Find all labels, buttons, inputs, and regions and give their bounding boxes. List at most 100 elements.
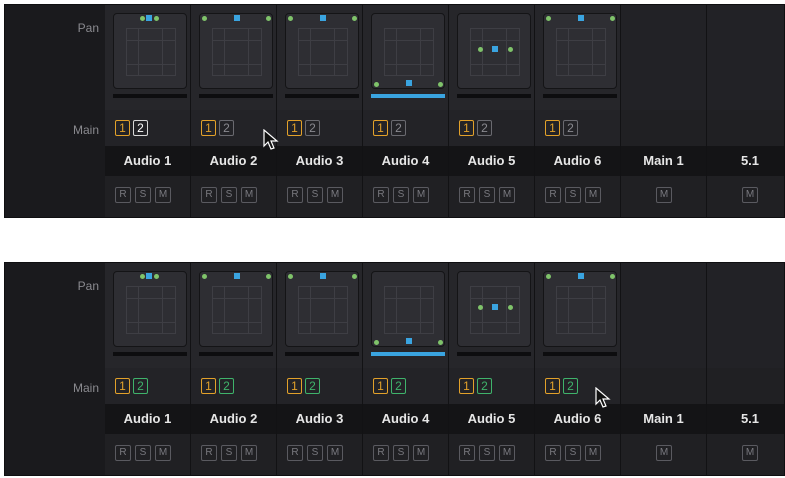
bus-1-button[interactable]: 1 (287, 378, 302, 394)
solo-button[interactable]: S (135, 187, 151, 203)
mute-button[interactable]: M (656, 187, 672, 203)
record-button[interactable]: R (373, 187, 389, 203)
record-button[interactable]: R (115, 187, 131, 203)
bus-1-button[interactable]: 1 (459, 378, 474, 394)
bus-2-button[interactable]: 2 (563, 378, 578, 394)
level-meter (543, 352, 617, 356)
bus-name: 5.1 (740, 411, 760, 426)
record-button[interactable]: R (459, 445, 475, 461)
pan-control[interactable] (543, 271, 617, 347)
record-button[interactable]: R (287, 445, 303, 461)
bus-2-button[interactable]: 2 (219, 120, 234, 136)
mute-button[interactable]: M (327, 187, 343, 203)
pan-control[interactable] (285, 271, 359, 347)
bus-1-button[interactable]: 1 (115, 378, 130, 394)
record-button[interactable]: R (115, 445, 131, 461)
solo-button[interactable]: S (479, 445, 495, 461)
solo-button[interactable]: S (565, 445, 581, 461)
pan-control[interactable] (285, 13, 359, 89)
mute-button[interactable]: M (155, 187, 171, 203)
level-meter (371, 352, 445, 356)
level-meter (543, 94, 617, 98)
pan-control[interactable] (457, 13, 531, 89)
solo-button[interactable]: S (307, 445, 323, 461)
mute-button[interactable]: M (742, 445, 758, 461)
mute-button[interactable]: M (241, 445, 257, 461)
track-strip-audio-2: 1 2 Audio 2 R S M (191, 5, 277, 217)
track-strip-audio-4: 1 2 Audio 4 R S M (363, 5, 449, 217)
bus-2-button[interactable]: 2 (305, 378, 320, 394)
level-meter (285, 352, 359, 356)
track-name: Audio 2 (209, 153, 258, 168)
pan-control[interactable] (371, 271, 445, 347)
row-label-column: Pan Main (5, 263, 106, 475)
mute-button[interactable]: M (585, 445, 601, 461)
mute-button[interactable]: M (155, 445, 171, 461)
mute-button[interactable]: M (413, 445, 429, 461)
mute-button[interactable]: M (585, 187, 601, 203)
track-strip-audio-1: 1 2 Audio 1 R S M (105, 263, 191, 475)
mute-button[interactable]: M (413, 187, 429, 203)
track-strip-audio-4: 1 2 Audio 4 R S M (363, 263, 449, 475)
bus-strip-5-1: 5.1 M (707, 5, 784, 217)
solo-button[interactable]: S (479, 187, 495, 203)
record-button[interactable]: R (373, 445, 389, 461)
bus-2-button[interactable]: 2 (391, 120, 406, 136)
pan-control[interactable] (543, 13, 617, 89)
track-strip-audio-6: 1 2 Audio 6 R S M (535, 5, 621, 217)
solo-button[interactable]: S (135, 445, 151, 461)
track-name: Audio 4 (381, 411, 430, 426)
pan-control[interactable] (113, 271, 187, 347)
mute-button[interactable]: M (742, 187, 758, 203)
record-button[interactable]: R (545, 187, 561, 203)
bus-1-button[interactable]: 1 (545, 378, 560, 394)
pan-control[interactable] (371, 13, 445, 89)
bus-1-button[interactable]: 1 (201, 378, 216, 394)
mute-button[interactable]: M (327, 445, 343, 461)
main-row-label: Main (72, 381, 99, 395)
bus-2-button[interactable]: 2 (133, 378, 148, 394)
record-button[interactable]: R (459, 187, 475, 203)
level-meter (371, 94, 445, 98)
bus-1-button[interactable]: 1 (373, 378, 388, 394)
record-button[interactable]: R (287, 187, 303, 203)
row-label-column: Pan Main (5, 5, 106, 217)
mute-button[interactable]: M (241, 187, 257, 203)
bus-2-button[interactable]: 2 (219, 378, 234, 394)
bus-2-button[interactable]: 2 (477, 378, 492, 394)
mute-button[interactable]: M (499, 187, 515, 203)
pan-control[interactable] (457, 271, 531, 347)
bus-1-button[interactable]: 1 (115, 120, 130, 136)
bus-2-button[interactable]: 2 (563, 120, 578, 136)
track-strip-audio-5: 1 2 Audio 5 R S M (449, 263, 535, 475)
solo-button[interactable]: S (393, 187, 409, 203)
solo-button[interactable]: S (221, 445, 237, 461)
bus-1-button[interactable]: 1 (545, 120, 560, 136)
record-button[interactable]: R (201, 445, 217, 461)
mixer-panel-after: Pan Main 1 2 Audio 1 R S M 1 2 Audio 2 R… (4, 262, 785, 476)
pan-control[interactable] (113, 13, 187, 89)
bus-2-button[interactable]: 2 (133, 120, 148, 136)
track-strip-audio-6: 1 2 Audio 6 R S M (535, 263, 621, 475)
bus-2-button[interactable]: 2 (391, 378, 406, 394)
solo-button[interactable]: S (307, 187, 323, 203)
bus-2-button[interactable]: 2 (305, 120, 320, 136)
bus-1-button[interactable]: 1 (201, 120, 216, 136)
bus-1-button[interactable]: 1 (287, 120, 302, 136)
bus-1-button[interactable]: 1 (459, 120, 474, 136)
record-button[interactable]: R (545, 445, 561, 461)
level-meter (285, 94, 359, 98)
bus-name: Main 1 (643, 153, 684, 168)
pan-control[interactable] (199, 13, 273, 89)
solo-button[interactable]: S (393, 445, 409, 461)
bus-2-button[interactable]: 2 (477, 120, 492, 136)
solo-button[interactable]: S (221, 187, 237, 203)
bus-1-button[interactable]: 1 (373, 120, 388, 136)
mute-button[interactable]: M (656, 445, 672, 461)
solo-button[interactable]: S (565, 187, 581, 203)
pan-control[interactable] (199, 271, 273, 347)
level-meter (199, 94, 273, 98)
mute-button[interactable]: M (499, 445, 515, 461)
track-name: Audio 1 (123, 153, 172, 168)
record-button[interactable]: R (201, 187, 217, 203)
